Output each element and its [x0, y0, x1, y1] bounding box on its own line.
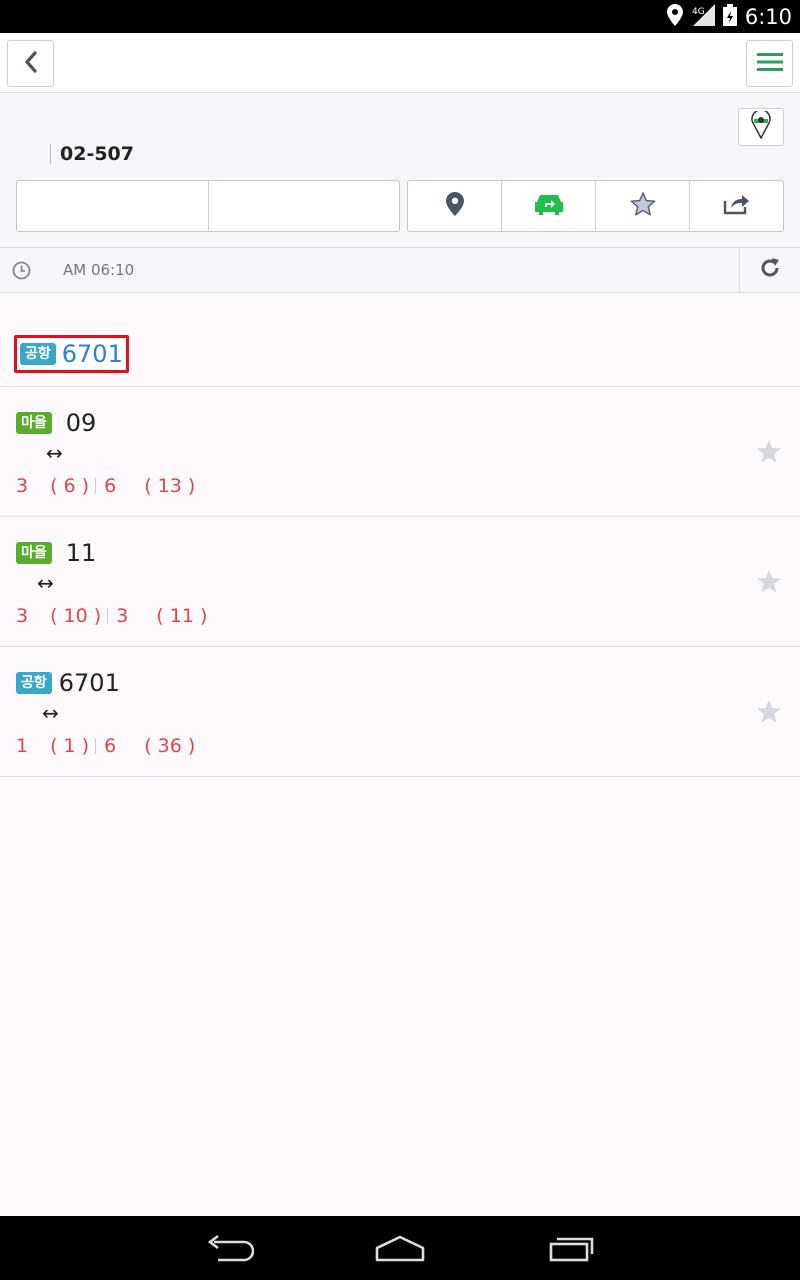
arrival-2-stops: 6 — [104, 475, 117, 497]
favorite-stop-button[interactable] — [595, 181, 689, 231]
arrival-1-detail: ( 1 ) — [50, 735, 90, 757]
arrival-info: 3 ( 6 ) 6 ( 13 ) — [16, 475, 195, 497]
status-time: 6:10 — [744, 4, 792, 29]
update-time-bar: AM 06:10 — [0, 248, 800, 293]
nav-recents-icon[interactable] — [548, 1230, 596, 1270]
arrival-separator — [95, 738, 97, 754]
system-nav-bar — [0, 1216, 800, 1280]
arrival-info: 3 ( 10 ) 3 ( 11 ) — [16, 605, 207, 627]
refresh-button[interactable] — [739, 248, 800, 292]
direction-arrow: ↔ — [37, 571, 54, 595]
route-number: 6701 — [61, 340, 123, 368]
arrival-1-detail: ( 6 ) — [50, 475, 90, 497]
stop-action-bar — [407, 180, 784, 232]
location-icon — [445, 192, 464, 220]
star-icon — [630, 192, 656, 220]
transfer-icon — [534, 192, 564, 220]
nav-back-icon[interactable] — [204, 1230, 255, 1270]
app-bar — [0, 33, 800, 93]
transfer-button[interactable] — [501, 181, 595, 231]
nav-home-icon[interactable] — [374, 1230, 426, 1270]
arrival-info: 1 ( 1 ) 6 ( 36 ) — [16, 735, 195, 757]
route-number: 11 — [65, 539, 97, 567]
map-view-button[interactable] — [738, 108, 784, 146]
signal-icon: 4G — [691, 3, 715, 30]
favorite-star-icon[interactable] — [756, 699, 782, 728]
map-pin-icon — [751, 109, 771, 143]
route-type-badge: 마을 — [16, 412, 52, 434]
stop-header: 02-507 — [0, 94, 800, 248]
arrival-2-stops: 3 — [116, 605, 129, 627]
route-type-badge: 공항 — [16, 672, 52, 694]
route-row[interactable]: 마을 11 ↔ 3 ( 10 ) 3 ( 11 ) — [0, 517, 800, 647]
hamburger-menu-icon — [756, 52, 783, 76]
back-button[interactable] — [7, 40, 54, 87]
stop-info-cell-1[interactable] — [17, 181, 208, 231]
update-time: AM 06:10 — [63, 261, 135, 279]
arrival-separator — [107, 608, 109, 624]
route-number: 6701 — [58, 669, 120, 697]
stop-id: 02-507 — [50, 144, 134, 164]
battery-icon — [722, 3, 737, 30]
arrival-1-stops: 3 — [16, 605, 29, 627]
menu-button[interactable] — [746, 40, 793, 87]
route-type-badge: 마을 — [16, 542, 52, 564]
arrival-2-detail: ( 11 ) — [156, 605, 208, 627]
direction-arrow: ↔ — [46, 441, 63, 465]
route-type-badge: 공항 — [20, 343, 56, 365]
stop-info-segment — [16, 180, 400, 232]
stop-info-cell-2[interactable] — [207, 181, 400, 231]
route-number: 09 — [65, 409, 97, 437]
clock-icon — [12, 261, 31, 284]
arrival-1-stops: 1 — [16, 735, 29, 757]
chevron-left-icon — [23, 50, 39, 78]
share-icon — [723, 193, 751, 219]
svg-text:4G: 4G — [692, 7, 705, 17]
arrival-1-stops: 3 — [16, 475, 29, 497]
route-row[interactable]: 공항 6701 ↔ 1 ( 1 ) 6 ( 36 ) — [0, 647, 800, 777]
selected-route[interactable]: 공항 6701 — [14, 335, 129, 373]
share-button[interactable] — [689, 181, 783, 231]
favorite-star-icon[interactable] — [756, 439, 782, 468]
arrival-2-detail: ( 13 ) — [144, 475, 196, 497]
direction-arrow: ↔ — [42, 701, 59, 725]
arrival-separator — [95, 478, 97, 494]
arrival-2-detail: ( 36 ) — [144, 735, 196, 757]
divider — [0, 776, 800, 777]
arrival-2-stops: 6 — [104, 735, 117, 757]
location-icon — [666, 3, 683, 30]
favorite-star-icon[interactable] — [756, 569, 782, 598]
status-bar: 4G 6:10 — [0, 0, 800, 33]
location-button[interactable] — [408, 181, 501, 231]
refresh-icon — [759, 257, 781, 283]
arrival-1-detail: ( 10 ) — [50, 605, 102, 627]
route-row[interactable]: 마을 09 ↔ 3 ( 6 ) 6 ( 13 ) — [0, 387, 800, 517]
